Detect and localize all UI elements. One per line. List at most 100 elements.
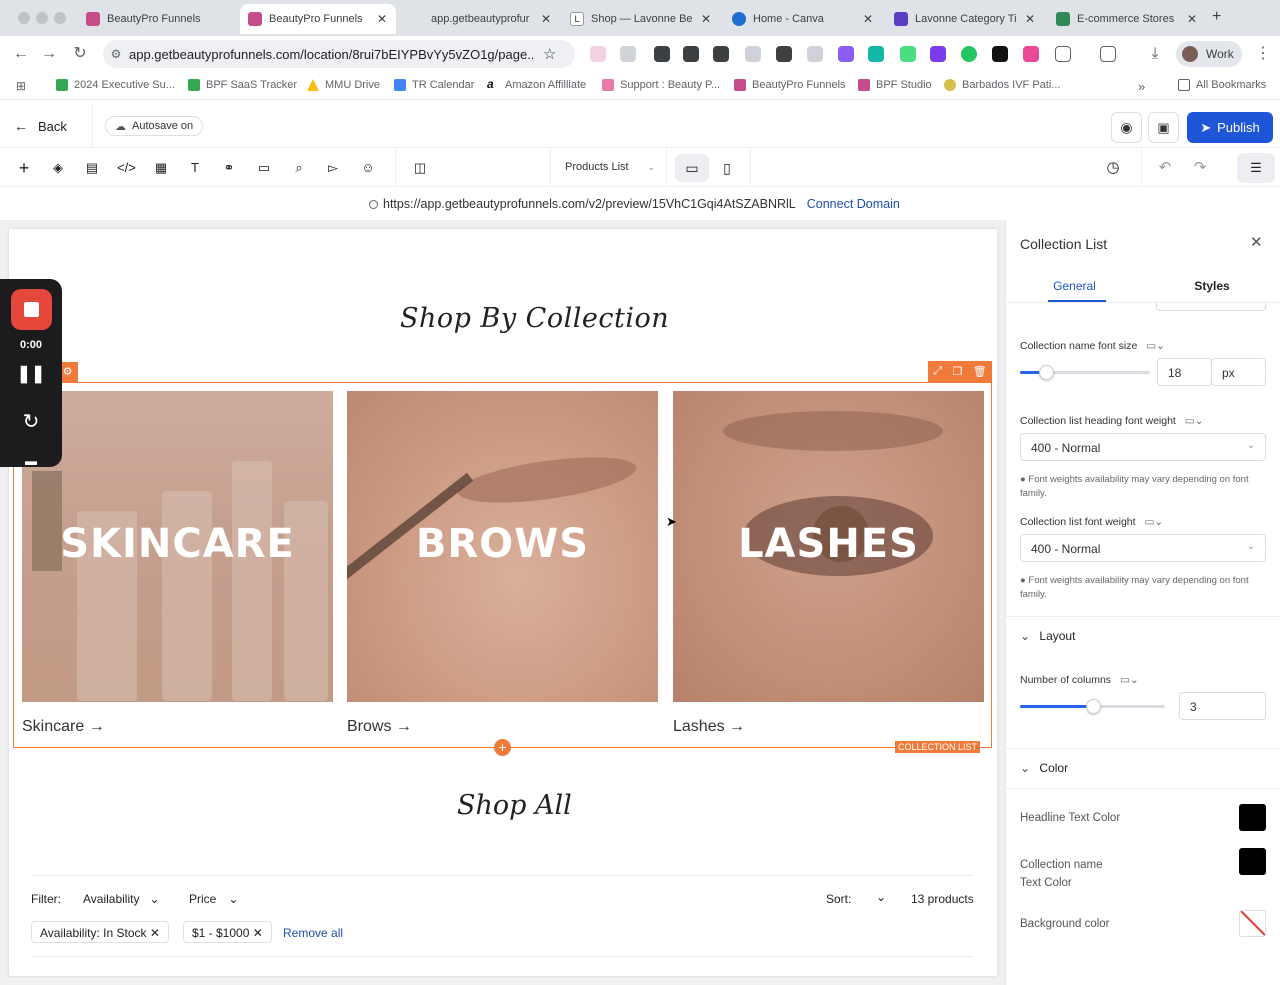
page-select-dropdown[interactable]: Products List ⌄ (565, 161, 655, 173)
autosave-toggle[interactable]: ☁ Autosave on (105, 116, 204, 136)
extension-icon[interactable] (930, 46, 946, 62)
active-filter-chip-availability[interactable]: Availability: In Stock ✕ (31, 921, 169, 943)
tab-close-icon[interactable]: ✕ (1022, 12, 1038, 26)
browser-tab[interactable]: Lavonne Category Ti ✕ (886, 4, 1044, 34)
window-zoom-dot[interactable] (54, 12, 66, 24)
split-layout-icon[interactable]: ◫ (411, 159, 429, 177)
list-font-weight-select[interactable]: 400 - Normal ⌄ (1020, 534, 1266, 562)
bookmark-star-icon[interactable]: ☆ (543, 45, 556, 63)
shop-by-collection-heading[interactable]: Shop By Collection (400, 303, 669, 334)
collection-card-lashes[interactable]: LASHES (673, 391, 984, 702)
tab-close-icon[interactable]: ✕ (860, 12, 876, 26)
reload-icon[interactable]: ↻ (71, 45, 89, 63)
chip-close-icon[interactable]: ✕ (253, 926, 263, 940)
browser-tab[interactable]: E-commerce Stores ✕ (1048, 4, 1206, 34)
extension-icon[interactable] (961, 46, 977, 62)
name-font-size-slider[interactable] (1020, 365, 1150, 380)
pause-icon[interactable]: ❚❚ (0, 364, 62, 384)
trash-icon[interactable]: 🗑 (973, 365, 987, 378)
duplicate-icon[interactable]: ❐ (952, 365, 962, 378)
paint-roller-icon[interactable]: ▦ (152, 159, 170, 177)
all-bookmarks-folder[interactable]: All Bookmarks (1178, 79, 1266, 91)
expand-icon[interactable]: ⤢ (933, 365, 942, 378)
tab-styles[interactable]: Styles (1143, 270, 1280, 302)
extension-icon[interactable] (1023, 46, 1039, 62)
tab-search-icon[interactable] (1100, 46, 1116, 62)
bookmark-item[interactable]: BPF SaaS Tracker (188, 79, 297, 91)
headline-color-swatch[interactable] (1239, 804, 1266, 831)
publish-button[interactable]: ➤ Publish (1187, 112, 1273, 143)
section-icon[interactable]: ▭ (255, 159, 273, 177)
monitor-icon[interactable]: ▭⌄ (1144, 516, 1163, 528)
restart-icon[interactable]: ↻ (0, 409, 62, 434)
text-icon[interactable]: T (186, 159, 204, 177)
vimeo-extension-icon[interactable] (868, 46, 884, 62)
apps-grid-icon[interactable]: ⊞ (16, 79, 26, 93)
tab-close-icon[interactable]: ✕ (538, 12, 554, 26)
layers-icon[interactable]: ◈ (49, 159, 67, 177)
save-button[interactable]: ▣ (1148, 112, 1179, 143)
collection-card-skincare[interactable]: SKINCARE (22, 391, 333, 702)
font-size-unit-select[interactable]: px (1211, 358, 1266, 386)
settings-sliders-button[interactable]: ☰ (1237, 153, 1275, 183)
window-close-dot[interactable] (18, 12, 30, 24)
columns-slider[interactable] (1020, 699, 1165, 714)
terminal-icon[interactable]: ▻ (324, 159, 342, 177)
tab-close-icon[interactable]: ✕ (698, 12, 714, 26)
collection-link-brows[interactable]: Brows → (347, 718, 412, 736)
browser-tab-active[interactable]: BeautyPro Funnels ✕ (240, 4, 396, 34)
cookie-icon[interactable]: ☺ (359, 159, 377, 177)
connect-domain-link[interactable]: Connect Domain (807, 197, 900, 211)
form-search-icon[interactable]: ⌕ (290, 159, 308, 177)
bookmark-item[interactable]: a Amazon Affilliate (487, 78, 586, 91)
browser-tab[interactable]: L Shop — Lavonne Be ✕ (562, 4, 720, 34)
monitor-icon[interactable]: ▭⌄ (1120, 674, 1139, 686)
chip-close-icon[interactable]: ✕ (150, 926, 160, 940)
name-font-size-input[interactable]: 18 (1157, 358, 1212, 386)
extension-icon[interactable] (654, 46, 670, 62)
slider-knob[interactable] (1085, 699, 1101, 714)
extension-icon[interactable] (992, 46, 1008, 62)
tab-close-icon[interactable]: ✕ (374, 12, 390, 26)
add-section-plus-icon[interactable]: + (494, 739, 511, 756)
active-filter-chip-price[interactable]: $1 - $1000 ✕ (183, 921, 272, 943)
background-color-swatch-empty[interactable] (1239, 910, 1266, 937)
sort-chevron-down-icon[interactable]: ⌄ (876, 890, 886, 904)
stop-recording-button[interactable] (11, 289, 52, 330)
code-icon[interactable]: </> (117, 159, 136, 177)
forward-arrow-icon[interactable]: → (40, 45, 58, 63)
site-settings-icon[interactable]: ⚙ (103, 47, 129, 61)
pages-icon[interactable]: ▤ (83, 159, 101, 177)
layout-section-header[interactable]: ⌄ Layout (1006, 616, 1280, 656)
profile-chip[interactable]: Work (1176, 41, 1242, 67)
blend-icon[interactable]: ⚭ (220, 159, 238, 177)
window-minimize-dot[interactable] (36, 12, 48, 24)
collection-card-brows[interactable]: BROWS (347, 391, 658, 702)
color-section-header[interactable]: ⌄ Color (1006, 748, 1280, 788)
tab-general[interactable]: General (1006, 270, 1143, 302)
extension-icon[interactable] (620, 46, 636, 62)
heading-font-weight-select[interactable]: 400 - Normal ⌄ (1020, 433, 1266, 461)
preview-eye-button[interactable]: ◉ (1111, 112, 1142, 143)
tab-close-icon[interactable]: ✕ (1184, 12, 1200, 26)
availability-filter-dropdown[interactable]: Availability ⌄ (83, 892, 160, 906)
download-icon[interactable]: ⤓ (1146, 45, 1164, 63)
extension-icon[interactable] (683, 46, 699, 62)
collection-link-skincare[interactable]: Skincare → (22, 718, 105, 736)
monitor-icon[interactable]: ▭⌄ (1146, 340, 1165, 352)
bookmark-item[interactable]: BeautyPro Funnels (734, 79, 846, 91)
monitor-icon[interactable]: ▭⌄ (1185, 415, 1204, 427)
kebab-menu-icon[interactable]: ⋮ (1254, 45, 1272, 63)
redo-icon[interactable]: ↷ (1191, 159, 1209, 177)
browser-tab[interactable]: BeautyPro Funnels (78, 4, 238, 34)
slider-knob[interactable] (1039, 365, 1054, 380)
mobile-view-icon[interactable]: ▯ (718, 159, 736, 177)
bookmark-item[interactable]: Support : Beauty P... (602, 79, 720, 91)
collection-link-lashes[interactable]: Lashes → (673, 718, 745, 736)
bookmark-item[interactable]: TR Calendar (394, 79, 474, 91)
bookmark-item[interactable]: MMU Drive (307, 79, 380, 91)
bookmark-item[interactable]: BPF Studio (858, 79, 932, 91)
shop-all-heading[interactable]: Shop All (457, 790, 572, 821)
omnibox-url[interactable]: app.getbeautyprofunnels.com/location/8ru… (129, 47, 533, 62)
desktop-view-button[interactable]: ▭ (675, 154, 709, 182)
